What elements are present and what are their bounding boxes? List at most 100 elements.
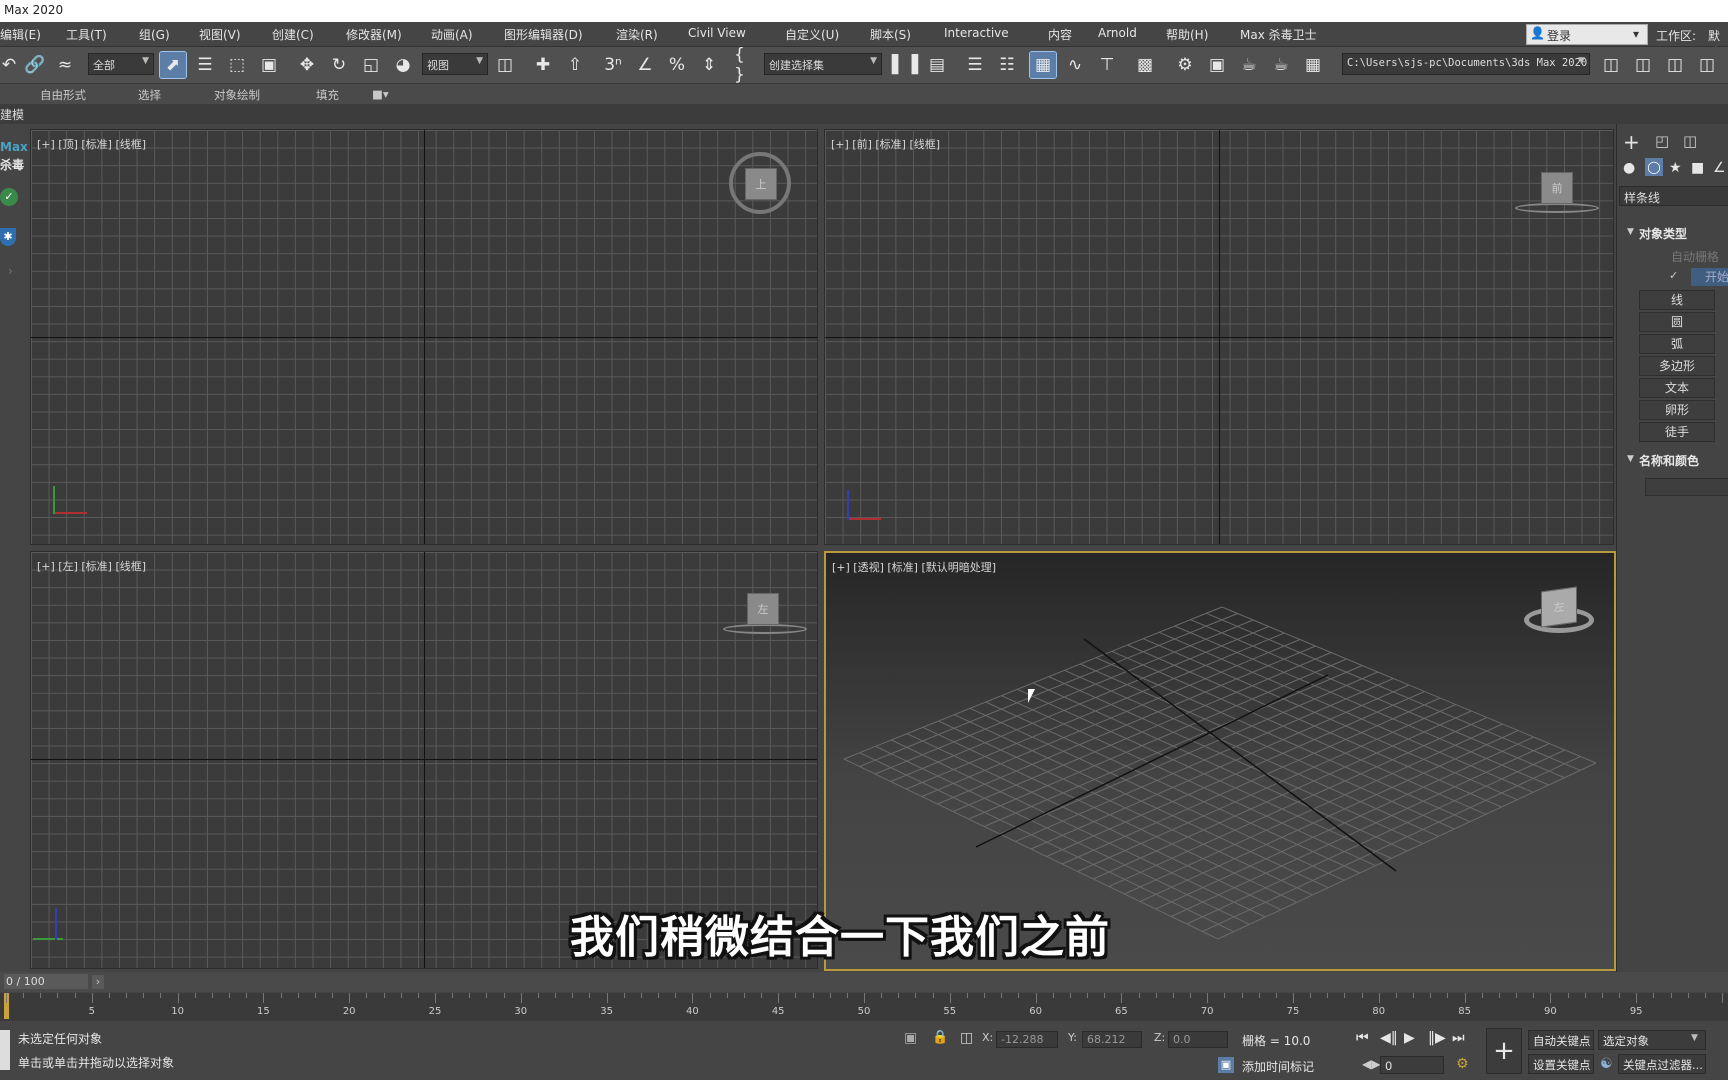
antivirus-check-icon[interactable]: ✓ (0, 188, 18, 206)
pivot-center-icon[interactable]: ◫ (492, 52, 518, 78)
circle-button[interactable]: 圆 (1639, 312, 1715, 332)
render-frame-icon[interactable]: ▣ (1204, 52, 1230, 78)
set-project-icon[interactable]: ◫ (1694, 52, 1720, 78)
menu-arnold[interactable]: Arnold (1098, 26, 1137, 40)
play-icon[interactable]: ▶ (1404, 1030, 1415, 1046)
viewcube[interactable]: 上 (745, 168, 777, 200)
render-active-icon[interactable]: ☕ (1268, 52, 1294, 78)
angle-snap-icon[interactable]: ∠ (632, 52, 658, 78)
menu-create[interactable]: 创建(C) (272, 26, 314, 43)
text-button[interactable]: 文本 (1639, 378, 1715, 398)
project-path-dropdown[interactable]: C:\Users\sjs-pc\Documents\3ds Max 2020 ▼ (1342, 53, 1590, 75)
menu-rendering[interactable]: 渲染(R) (616, 26, 658, 43)
object-name-field[interactable] (1645, 478, 1728, 496)
line-button[interactable]: 线 (1639, 290, 1715, 310)
menu-help[interactable]: 帮助(H) (1166, 26, 1208, 43)
rollout-collapse-icon[interactable]: ▼ (1627, 227, 1634, 237)
material-editor-icon[interactable]: ▩ (1132, 52, 1158, 78)
geometry-icon[interactable]: ● (1623, 160, 1635, 176)
menu-edit[interactable]: 编辑(E) (0, 26, 41, 43)
menu-graph-editors[interactable]: 图形编辑器(D) (504, 26, 583, 43)
select-object-icon[interactable]: ⬈ (159, 51, 187, 79)
key-filter-icon[interactable]: ☯ (1600, 1056, 1613, 1072)
maxscript-listener-icon[interactable] (0, 1030, 10, 1070)
y-coordinate-field[interactable]: 68.212 (1082, 1031, 1142, 1048)
auto-key-button[interactable]: 自动关键点 (1528, 1030, 1594, 1050)
open-project-icon[interactable]: ◫ (1630, 52, 1656, 78)
rotate-icon[interactable]: ↻ (326, 52, 352, 78)
egg-button[interactable]: 卵形 (1639, 400, 1715, 420)
go-to-start-icon[interactable]: ⏮ (1356, 1030, 1369, 1046)
isolate-icon[interactable]: ▣ (904, 1030, 917, 1046)
align-icon[interactable]: ▤ (924, 52, 950, 78)
next-frame-icon[interactable]: ‖▶ (1428, 1030, 1446, 1046)
previous-frame-icon[interactable]: ◀‖ (1380, 1030, 1398, 1046)
hierarchy-tab-icon[interactable]: ◫ (1683, 132, 1697, 150)
viewport-top-label[interactable]: [+] [顶] [标准] [线框] (37, 136, 146, 152)
layer-explorer-icon[interactable]: ☷ (994, 52, 1020, 78)
named-selection-dropdown[interactable]: 创建选择集 ▼ (764, 53, 882, 75)
window-crossing-icon[interactable]: ▣ (256, 52, 282, 78)
shield-icon[interactable]: ✱ (0, 228, 16, 246)
start-new-shape-button[interactable]: 开始 (1691, 268, 1728, 286)
ribbon-options-icon[interactable]: ■▾ (372, 87, 389, 101)
shapes-icon[interactable]: ◯ (1645, 158, 1663, 176)
category-dropdown[interactable]: 样条线 (1619, 186, 1728, 206)
key-mode-dropdown[interactable]: 选定对象 ▼ (1598, 1030, 1706, 1050)
menu-views[interactable]: 视图(V) (199, 26, 241, 43)
render-production-icon[interactable]: ☕ (1236, 52, 1262, 78)
menu-customize[interactable]: 自定义(U) (785, 26, 839, 43)
lock-icon[interactable]: 🔒 (932, 1030, 948, 1045)
selection-filter-dropdown[interactable]: 全部 ▼ (88, 53, 154, 75)
scale-icon[interactable]: ◱ (358, 52, 384, 78)
viewport-front[interactable]: [+] [前] [标准] [线框] 前 (824, 129, 1614, 545)
reference-coord-dropdown[interactable]: 视图 ▼ (422, 53, 488, 75)
go-to-end-icon[interactable]: ⏭ (1452, 1030, 1465, 1046)
menu-interactive[interactable]: Interactive (944, 26, 1009, 40)
chevron-right-icon[interactable]: › (92, 975, 104, 989)
render-setup-icon[interactable]: ⚙ (1172, 52, 1198, 78)
menu-tools[interactable]: 工具(T) (66, 26, 107, 43)
create-project-icon[interactable]: ◫ (1662, 52, 1688, 78)
menu-group[interactable]: 组(G) (139, 26, 170, 43)
menu-modifiers[interactable]: 修改器(M) (346, 26, 402, 43)
spinner-snap-icon[interactable]: ⇕ (696, 52, 722, 78)
menu-scripting[interactable]: 脚本(S) (870, 26, 911, 43)
menu-animation[interactable]: 动画(A) (431, 26, 473, 43)
render-iterative-icon[interactable]: ▦ (1300, 52, 1326, 78)
set-key-button[interactable]: 设置关键点 (1528, 1054, 1594, 1074)
helpers-icon[interactable]: ∠ (1713, 160, 1726, 176)
project-folder-icon[interactable]: ◫ (1598, 52, 1624, 78)
time-slider[interactable]: 0 / 100 (4, 974, 88, 989)
viewport-front-label[interactable]: [+] [前] [标准] [线框] (831, 136, 940, 152)
key-filters-button[interactable]: 关键点过滤器... (1618, 1054, 1706, 1074)
scene-explorer-icon[interactable]: ☰ (962, 52, 988, 78)
move-icon[interactable]: ✥ (294, 52, 320, 78)
viewcube-ring[interactable] (1515, 203, 1599, 213)
menu-content[interactable]: 内容 (1048, 26, 1072, 43)
undo-icon[interactable]: ↶ (0, 52, 22, 78)
select-manipulate-icon[interactable]: ✚ (530, 52, 556, 78)
viewport-top[interactable]: [+] [顶] [标准] [线框] 上 (30, 129, 818, 545)
percent-snap-icon[interactable]: % (664, 52, 690, 78)
toggle-ribbon-icon[interactable]: ▦ (1029, 51, 1057, 79)
name-color-heading[interactable]: 名称和颜色 (1639, 452, 1699, 469)
tab-populate[interactable]: 填充 (316, 87, 339, 103)
viewcube[interactable]: 左 (1541, 586, 1577, 628)
viewport-left-label[interactable]: [+] [左] [标准] [线框] (37, 558, 146, 574)
keyboard-shortcut-icon[interactable]: ⇧ (562, 52, 588, 78)
tab-selection[interactable]: 选择 (138, 87, 161, 103)
tab-object-paint[interactable]: 对象绘制 (214, 87, 260, 103)
start-new-shape-checkbox[interactable]: ✓ (1669, 269, 1678, 282)
set-key-plus-icon[interactable]: + (1486, 1028, 1522, 1074)
menu-civil-view[interactable]: Civil View (688, 26, 746, 40)
viewcube-ring[interactable] (723, 624, 807, 634)
viewcube[interactable]: 前 (1541, 172, 1573, 204)
modeling-label[interactable]: 建模 (0, 106, 24, 123)
viewport-perspective-label[interactable]: [+] [透视] [标准] [默认明暗处理] (832, 559, 996, 575)
create-tab-icon[interactable]: + (1623, 130, 1640, 154)
workspace-selector[interactable]: 工作区: 默认 (1652, 24, 1728, 60)
select-by-name-icon[interactable]: ☰ (192, 52, 218, 78)
dope-sheet-icon[interactable]: ⊤ (1094, 52, 1120, 78)
snap-toggle-icon[interactable]: 3ⁿ (600, 52, 626, 78)
